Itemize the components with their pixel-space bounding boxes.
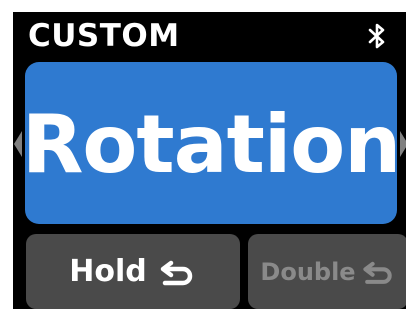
double-button[interactable]: Double [248, 234, 406, 309]
double-label: Double [260, 257, 356, 286]
mode-card[interactable]: Rotation [21, 62, 401, 224]
hold-button[interactable]: Hold [26, 234, 240, 309]
return-arrow-icon [362, 261, 392, 284]
page-title: CUSTOM [28, 18, 180, 54]
hold-label: Hold [69, 253, 147, 289]
bluetooth-icon [368, 23, 385, 49]
mode-label: Rotation [21, 98, 401, 191]
device-screen: CUSTOM Rotation Hold Double [13, 12, 406, 309]
return-arrow-icon [160, 260, 192, 285]
